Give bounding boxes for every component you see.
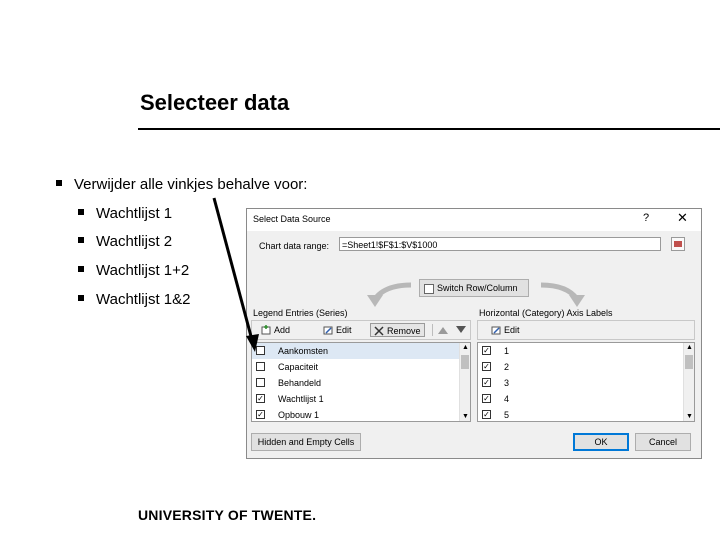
list-item[interactable]: ✓ 5 bbox=[478, 407, 684, 421]
list-item[interactable]: ✓ 2 bbox=[478, 359, 684, 375]
bullet-item: Wachtlijst 1&2 bbox=[78, 291, 190, 308]
remove-series-button[interactable]: Remove bbox=[370, 323, 425, 337]
category-checkbox[interactable]: ✓ bbox=[482, 362, 491, 371]
series-label: Aankomsten bbox=[278, 346, 329, 356]
range-collapse-button[interactable] bbox=[671, 237, 685, 251]
bullet-item: Verwijder alle vinkjes behalve voor: bbox=[56, 176, 307, 193]
bullet-item: Wachtlijst 1 bbox=[78, 205, 172, 222]
category-label: 2 bbox=[504, 362, 510, 372]
category-label: 3 bbox=[504, 378, 510, 388]
bullet-square-icon bbox=[56, 180, 62, 187]
dialog-title: Select Data Source bbox=[253, 214, 331, 224]
series-checkbox[interactable] bbox=[256, 362, 265, 371]
category-list: ✓ 1 ✓ 2 ✓ 3 ✓ 4 ✓ 5 ▲ ▼ bbox=[477, 342, 695, 422]
edit-series-button[interactable]: Edit bbox=[320, 323, 355, 337]
close-button[interactable]: ✕ bbox=[677, 210, 688, 226]
range-select-icon bbox=[674, 241, 682, 247]
toolbar-separator bbox=[432, 324, 433, 336]
dialog-titlebar: Select Data Source ? ✕ bbox=[247, 209, 701, 231]
edit-icon bbox=[323, 326, 333, 335]
series-list: Aankomsten Capaciteit Behandeld ✓ Wachtli… bbox=[251, 342, 471, 422]
edit-label: Edit bbox=[336, 325, 352, 335]
list-item[interactable]: ✓ Opbouw 1 bbox=[252, 407, 460, 421]
category-scrollbar[interactable]: ▲ ▼ bbox=[683, 343, 694, 421]
series-toolbar: Add Edit Remove bbox=[251, 320, 471, 340]
list-item[interactable]: Capaciteit bbox=[252, 359, 460, 375]
curved-arrow-left-icon bbox=[367, 282, 412, 307]
list-item[interactable]: ✓ 4 bbox=[478, 391, 684, 407]
list-item[interactable]: Aankomsten bbox=[252, 343, 460, 359]
help-button[interactable]: ? bbox=[643, 212, 649, 224]
series-label: Opbouw 1 bbox=[278, 410, 320, 420]
slide-title: Selecteer data bbox=[140, 90, 290, 115]
scroll-thumb[interactable] bbox=[685, 355, 693, 369]
add-series-button[interactable]: Add bbox=[258, 323, 293, 337]
scroll-thumb[interactable] bbox=[461, 355, 469, 369]
list-item[interactable]: ✓ 3 bbox=[478, 375, 684, 391]
add-label: Add bbox=[274, 325, 291, 335]
series-checkbox[interactable] bbox=[256, 378, 265, 387]
bullet-square-icon bbox=[78, 209, 84, 216]
ok-button[interactable]: OK bbox=[573, 433, 629, 451]
switch-icon bbox=[424, 283, 434, 294]
list-item[interactable]: ✓ Wachtlijst 1 bbox=[252, 391, 460, 407]
add-icon bbox=[261, 325, 271, 335]
curved-arrow-right-icon bbox=[540, 282, 585, 307]
remove-icon bbox=[374, 326, 384, 336]
series-checkbox[interactable]: ✓ bbox=[256, 410, 265, 419]
scroll-down-icon[interactable]: ▼ bbox=[462, 413, 469, 420]
university-logo: UNIVERSITY OF TWENTE. bbox=[138, 507, 317, 523]
axis-toolbar: Edit bbox=[477, 320, 695, 340]
switch-label: Switch Row/Column bbox=[437, 283, 518, 293]
select-data-source-dialog: Select Data Source ? ✕ Chart data range:… bbox=[246, 208, 702, 459]
category-label: 4 bbox=[504, 394, 510, 404]
switch-row-column-button[interactable]: Switch Row/Column bbox=[419, 279, 529, 297]
scroll-up-icon[interactable]: ▲ bbox=[686, 344, 693, 351]
series-checkbox[interactable]: ✓ bbox=[256, 394, 265, 403]
series-label: Capaciteit bbox=[278, 362, 319, 372]
chart-range-label: Chart data range: bbox=[259, 241, 330, 251]
series-label: Wachtlijst 1 bbox=[278, 394, 324, 404]
axis-labels-label: Horizontal (Category) Axis Labels bbox=[479, 308, 613, 318]
bullet-square-icon bbox=[78, 237, 84, 244]
bullet-text: Wachtlijst 1+2 bbox=[96, 262, 190, 279]
series-label: Behandeld bbox=[278, 378, 322, 388]
series-checkbox[interactable] bbox=[256, 346, 265, 355]
bullet-text: Wachtlijst 2 bbox=[96, 233, 173, 250]
category-checkbox[interactable]: ✓ bbox=[482, 394, 491, 403]
bullet-square-icon bbox=[78, 295, 84, 302]
move-up-icon[interactable] bbox=[438, 326, 448, 334]
axis-edit-label: Edit bbox=[504, 325, 520, 335]
scroll-up-icon[interactable]: ▲ bbox=[462, 344, 469, 351]
title-divider bbox=[138, 128, 720, 130]
list-item[interactable]: Behandeld bbox=[252, 375, 460, 391]
move-down-icon[interactable] bbox=[456, 326, 466, 334]
scroll-down-icon[interactable]: ▼ bbox=[686, 413, 693, 420]
bullet-text: Wachtlijst 1 bbox=[96, 205, 173, 222]
category-label: 1 bbox=[504, 346, 510, 356]
category-checkbox[interactable]: ✓ bbox=[482, 410, 491, 419]
hidden-empty-cells-button[interactable]: Hidden and Empty Cells bbox=[251, 433, 361, 451]
series-scrollbar[interactable]: ▲ ▼ bbox=[459, 343, 470, 421]
bullet-item: Wachtlijst 1+2 bbox=[78, 262, 189, 279]
edit-icon bbox=[491, 326, 501, 335]
bullet-text: Verwijder alle vinkjes behalve voor: bbox=[74, 176, 308, 193]
legend-entries-label: Legend Entries (Series) bbox=[253, 308, 348, 318]
edit-axis-button[interactable]: Edit bbox=[488, 323, 523, 337]
remove-label: Remove bbox=[387, 326, 421, 336]
category-label: 5 bbox=[504, 410, 510, 420]
cancel-button[interactable]: Cancel bbox=[635, 433, 691, 451]
bullet-text: Wachtlijst 1&2 bbox=[96, 291, 191, 308]
bullet-item: Wachtlijst 2 bbox=[78, 233, 172, 250]
list-item[interactable]: ✓ 1 bbox=[478, 343, 684, 359]
category-checkbox[interactable]: ✓ bbox=[482, 346, 491, 355]
bullet-square-icon bbox=[78, 266, 84, 273]
category-checkbox[interactable]: ✓ bbox=[482, 378, 491, 387]
chart-range-input[interactable]: =Sheet1!$F$1:$V$1000 bbox=[339, 237, 661, 251]
